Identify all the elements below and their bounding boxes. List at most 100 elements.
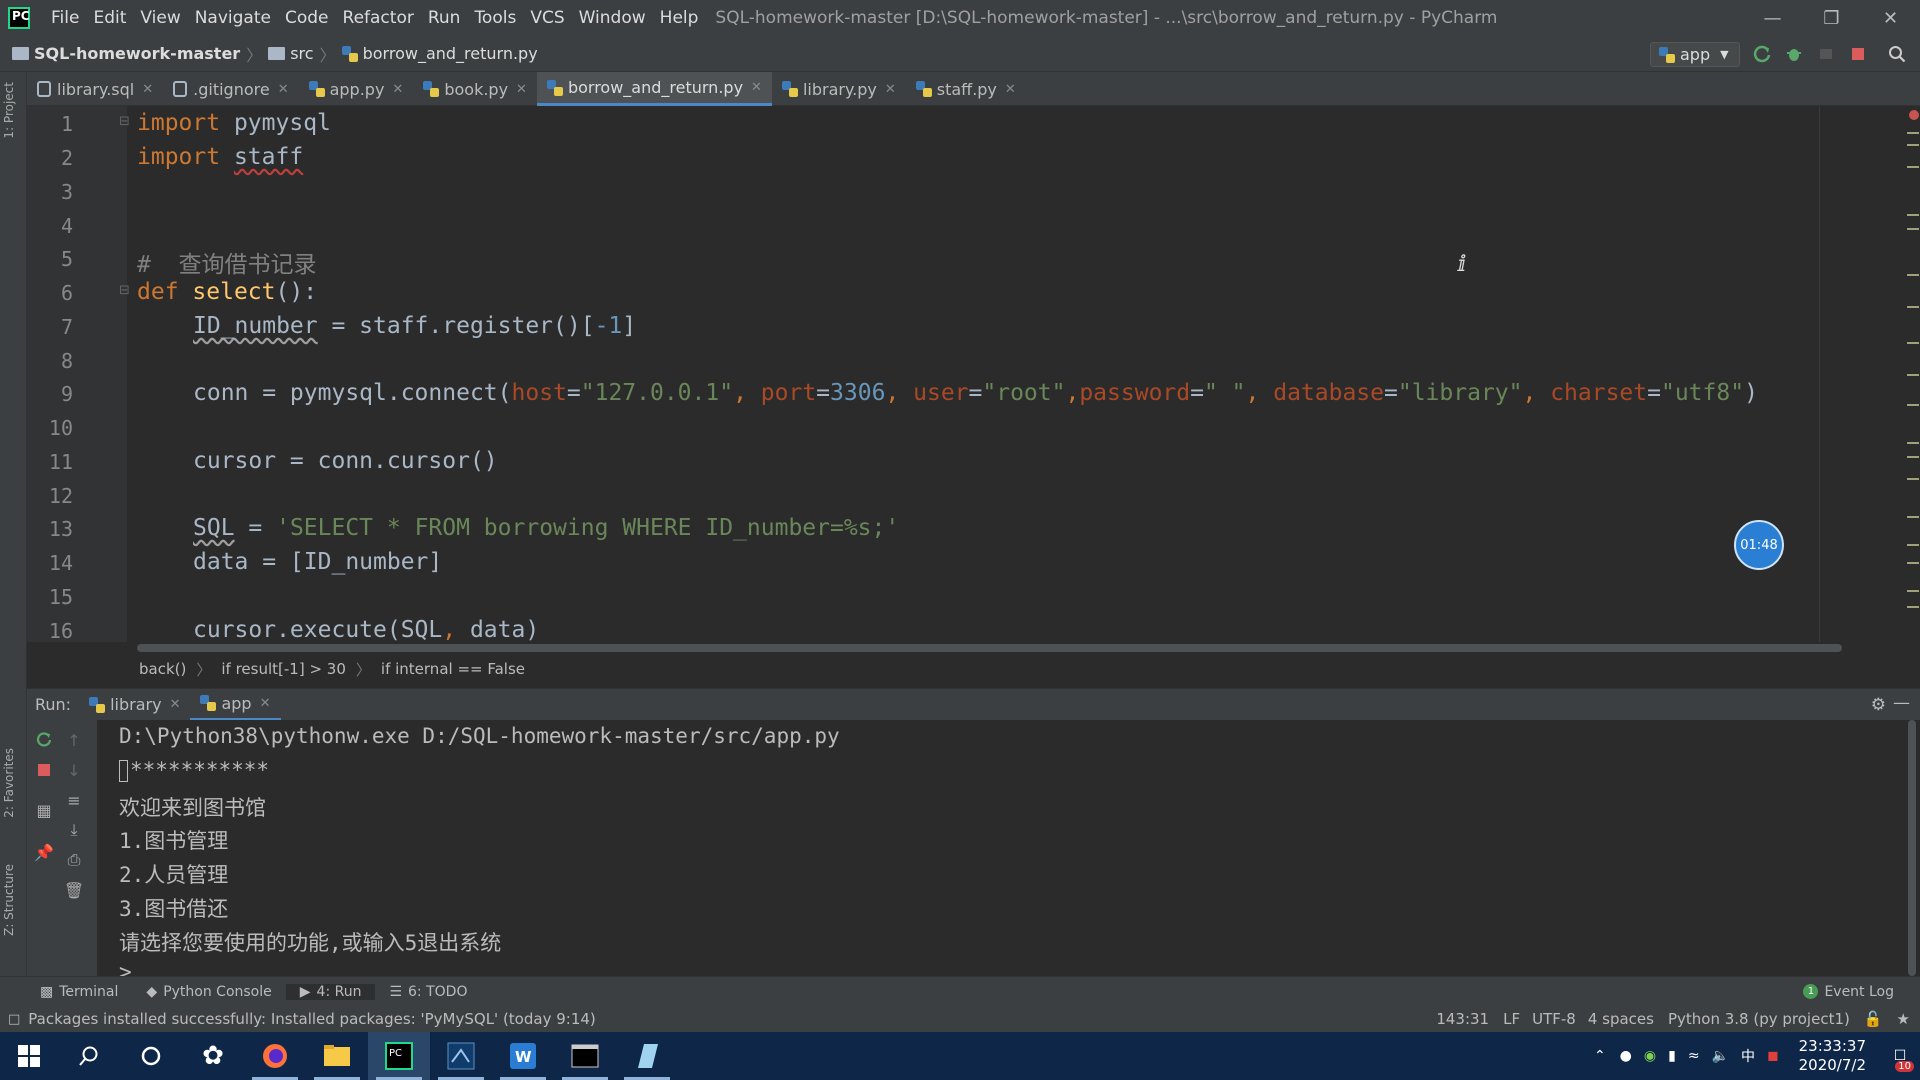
layout-icon[interactable]: ▦: [34, 800, 54, 820]
close-icon[interactable]: ✕: [751, 80, 762, 95]
caret-position[interactable]: 143:31: [1436, 1010, 1489, 1028]
arrow-down-icon[interactable]: ↓: [64, 760, 84, 780]
debug-button[interactable]: [1778, 45, 1810, 63]
tab-staff-py[interactable]: staff.py ✕: [906, 72, 1026, 106]
gear-icon[interactable]: ⚙: [1871, 695, 1886, 715]
print-icon[interactable]: ⎙: [64, 850, 84, 870]
tab-library-sql[interactable]: library.sql ✕: [27, 72, 163, 106]
close-icon[interactable]: ✕: [516, 82, 527, 97]
ime-indicator[interactable]: 中: [1741, 1046, 1755, 1066]
start-button[interactable]: [0, 1032, 58, 1080]
app-icon-flower[interactable]: ✿: [182, 1032, 244, 1080]
breadcrumb-folder[interactable]: src: [290, 44, 313, 63]
search-taskbar-button[interactable]: [58, 1032, 120, 1080]
console-prompt[interactable]: >: [119, 960, 132, 976]
fold-icon[interactable]: ⊟: [119, 283, 130, 298]
menu-run[interactable]: Run: [421, 8, 468, 28]
error-stripe[interactable]: [1906, 106, 1920, 642]
run-tool-button[interactable]: ▶ 4: Run: [285, 983, 376, 1000]
run-console[interactable]: D:\Python38\pythonw.exe D:/SQL-homework-…: [97, 720, 1920, 976]
error-indicator-icon[interactable]: [1909, 110, 1919, 120]
code-editor[interactable]: 1 2 3 4 5 6 7 8 9 10 11 12 13 14 15 16 ⊟…: [27, 106, 1920, 642]
breadcrumb-project[interactable]: SQL-homework-master: [34, 44, 240, 63]
run-config-select[interactable]: app ▼: [1650, 42, 1740, 67]
firefox-taskbar-button[interactable]: [244, 1032, 306, 1080]
lock-icon[interactable]: 🔓: [1864, 1010, 1883, 1028]
stop-icon[interactable]: [34, 760, 54, 780]
qq-tray-icon[interactable]: ●: [1620, 1048, 1632, 1064]
crumb-condition[interactable]: if internal == False: [381, 660, 525, 678]
inspector-icon[interactable]: ★: [1897, 1010, 1910, 1028]
volume-icon[interactable]: 🔈: [1712, 1048, 1729, 1064]
breadcrumb-file[interactable]: borrow_and_return.py: [363, 44, 538, 63]
menu-vcs[interactable]: VCS: [523, 8, 571, 28]
wifi-icon[interactable]: ≈: [1688, 1048, 1700, 1064]
tab-book-py[interactable]: book.py ✕: [413, 72, 537, 106]
tab-app-py[interactable]: app.py ✕: [299, 72, 414, 106]
menu-window[interactable]: Window: [572, 8, 653, 28]
terminal-tool-button[interactable]: ▩ Terminal: [26, 984, 132, 1000]
indent-setting[interactable]: 4 spaces: [1588, 1010, 1654, 1028]
terminal-taskbar-button[interactable]: [554, 1032, 616, 1080]
crumb-function[interactable]: back(): [139, 660, 186, 678]
clock[interactable]: 23:33:37 2020/7/2: [1799, 1037, 1866, 1075]
crumb-condition[interactable]: if result[-1] > 30: [221, 660, 346, 678]
run-tab-app[interactable]: app ✕: [190, 689, 281, 721]
workbench-taskbar-button[interactable]: [430, 1032, 492, 1080]
interpreter-selector[interactable]: Python 3.8 (py project1): [1668, 1010, 1850, 1028]
menu-file[interactable]: File: [44, 8, 86, 28]
search-everywhere-button[interactable]: [1874, 45, 1920, 63]
line-separator[interactable]: LF: [1503, 1010, 1520, 1028]
console-scrollbar[interactable]: [1908, 720, 1916, 976]
menu-help[interactable]: Help: [653, 8, 706, 28]
close-icon[interactable]: ✕: [170, 697, 181, 712]
close-icon[interactable]: ✕: [142, 82, 153, 97]
stop-button[interactable]: [1842, 46, 1874, 62]
close-icon[interactable]: ✕: [278, 82, 289, 97]
battery-icon[interactable]: ▮: [1668, 1048, 1676, 1064]
menu-edit[interactable]: Edit: [86, 8, 133, 28]
arrow-up-icon[interactable]: ↑: [64, 730, 84, 750]
tab-gitignore[interactable]: .gitignore ✕: [163, 72, 298, 106]
scroll-to-end-icon[interactable]: ⤓: [64, 820, 84, 840]
close-icon[interactable]: ✕: [260, 696, 271, 711]
event-log-tool-button[interactable]: 1 Event Log: [1789, 984, 1908, 1000]
rerun-icon[interactable]: [34, 730, 54, 750]
run-tab-library[interactable]: library ✕: [79, 689, 190, 721]
menu-view[interactable]: View: [133, 8, 187, 28]
minimize-panel-icon[interactable]: —: [1893, 693, 1910, 713]
close-button[interactable]: ✕: [1861, 0, 1920, 36]
todo-tool-button[interactable]: ☰ 6: TODO: [375, 984, 481, 1000]
close-icon[interactable]: ✕: [1005, 82, 1016, 97]
horizontal-scrollbar[interactable]: [137, 644, 1842, 652]
rerun-button[interactable]: [1746, 45, 1778, 63]
restore-button[interactable]: ❐: [1802, 0, 1861, 36]
pin-icon[interactable]: 📌: [34, 842, 54, 862]
fold-icon[interactable]: ⊟: [119, 114, 130, 129]
word-taskbar-button[interactable]: W: [492, 1032, 554, 1080]
tab-library-py[interactable]: library.py ✕: [772, 72, 906, 106]
cortana-button[interactable]: [120, 1032, 182, 1080]
coverage-button[interactable]: [1810, 45, 1842, 63]
favorites-tool-button[interactable]: 2: Favorites: [2, 748, 16, 818]
menu-code[interactable]: Code: [278, 8, 336, 28]
panel-toggle-icon[interactable]: □: [8, 1012, 20, 1027]
file-explorer-taskbar-button[interactable]: [306, 1032, 368, 1080]
timer-badge[interactable]: 01:48: [1734, 520, 1784, 570]
menu-refactor[interactable]: Refactor: [336, 8, 421, 28]
menu-navigate[interactable]: Navigate: [188, 8, 278, 28]
tray-app-icon[interactable]: ◉: [1644, 1048, 1656, 1064]
close-icon[interactable]: ✕: [885, 82, 896, 97]
file-encoding[interactable]: UTF-8: [1532, 1010, 1576, 1028]
chevron-up-icon[interactable]: ⌃: [1594, 1048, 1606, 1064]
pycharm-taskbar-button[interactable]: PC: [368, 1032, 430, 1080]
tab-borrow-and-return-py[interactable]: borrow_and_return.py ✕: [536, 72, 772, 106]
python-console-tool-button[interactable]: ◆ Python Console: [132, 984, 285, 1000]
close-icon[interactable]: ✕: [392, 82, 403, 97]
minimize-button[interactable]: —: [1743, 0, 1802, 36]
notepad-taskbar-button[interactable]: [616, 1032, 678, 1080]
soft-wrap-icon[interactable]: ≡: [64, 790, 84, 810]
structure-tool-button[interactable]: Z: Structure: [2, 864, 16, 936]
trash-icon[interactable]: 🗑: [64, 880, 84, 900]
status-message[interactable]: Packages installed successfully: Install…: [28, 1010, 595, 1028]
